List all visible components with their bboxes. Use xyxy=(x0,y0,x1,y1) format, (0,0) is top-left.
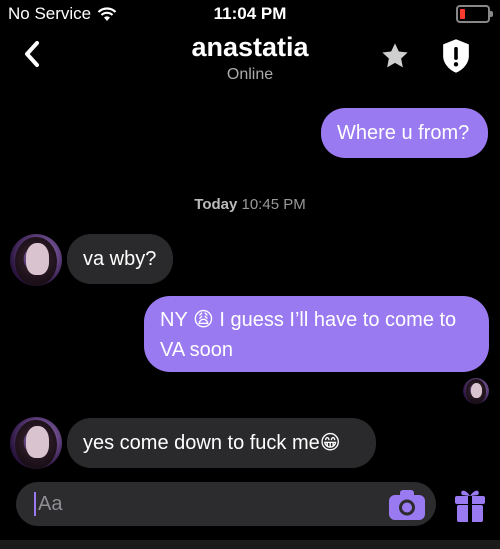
shield-alert-icon[interactable] xyxy=(440,38,472,74)
avatar-read-receipt xyxy=(463,378,489,404)
message-input[interactable]: Aa xyxy=(16,482,436,526)
chat-header: anastatia Online xyxy=(0,28,500,90)
home-indicator-area xyxy=(0,540,500,549)
status-bar: No Service 11:04 PM xyxy=(0,0,500,28)
online-status: Online xyxy=(226,66,274,83)
message-text-line-2: VA soon xyxy=(160,339,234,361)
gift-icon[interactable] xyxy=(453,487,487,523)
star-icon[interactable] xyxy=(378,40,412,72)
timestamp-day: Today xyxy=(194,196,238,213)
message-bubble-outgoing[interactable]: NY 😩 I guess I’ll have to come to VA soo… xyxy=(144,296,489,372)
message-text: yes come down to fuck me😁 xyxy=(83,432,341,454)
message-bubble-incoming[interactable]: yes come down to fuck me😁 xyxy=(67,418,376,468)
timestamp-time: 10:45 PM xyxy=(241,196,306,213)
message-text-line-1: NY 😩 I guess I’ll have to come to xyxy=(160,309,457,331)
message-text: va wby? xyxy=(83,248,157,270)
text-cursor xyxy=(34,492,36,516)
camera-icon[interactable] xyxy=(388,489,426,521)
message-bubble-incoming[interactable]: va wby? xyxy=(67,234,173,284)
battery-level xyxy=(460,9,465,19)
avatar[interactable] xyxy=(10,234,62,286)
battery-icon xyxy=(456,5,493,23)
avatar[interactable] xyxy=(10,417,62,469)
contact-name[interactable]: anastatia xyxy=(0,32,500,63)
timestamp-divider: Today 10:45 PM xyxy=(0,196,500,213)
message-bubble-outgoing[interactable]: Where u from? xyxy=(321,108,488,158)
message-text: Where u from? xyxy=(337,122,470,144)
status-time: 11:04 PM xyxy=(213,4,287,23)
message-placeholder: Aa xyxy=(38,493,63,515)
